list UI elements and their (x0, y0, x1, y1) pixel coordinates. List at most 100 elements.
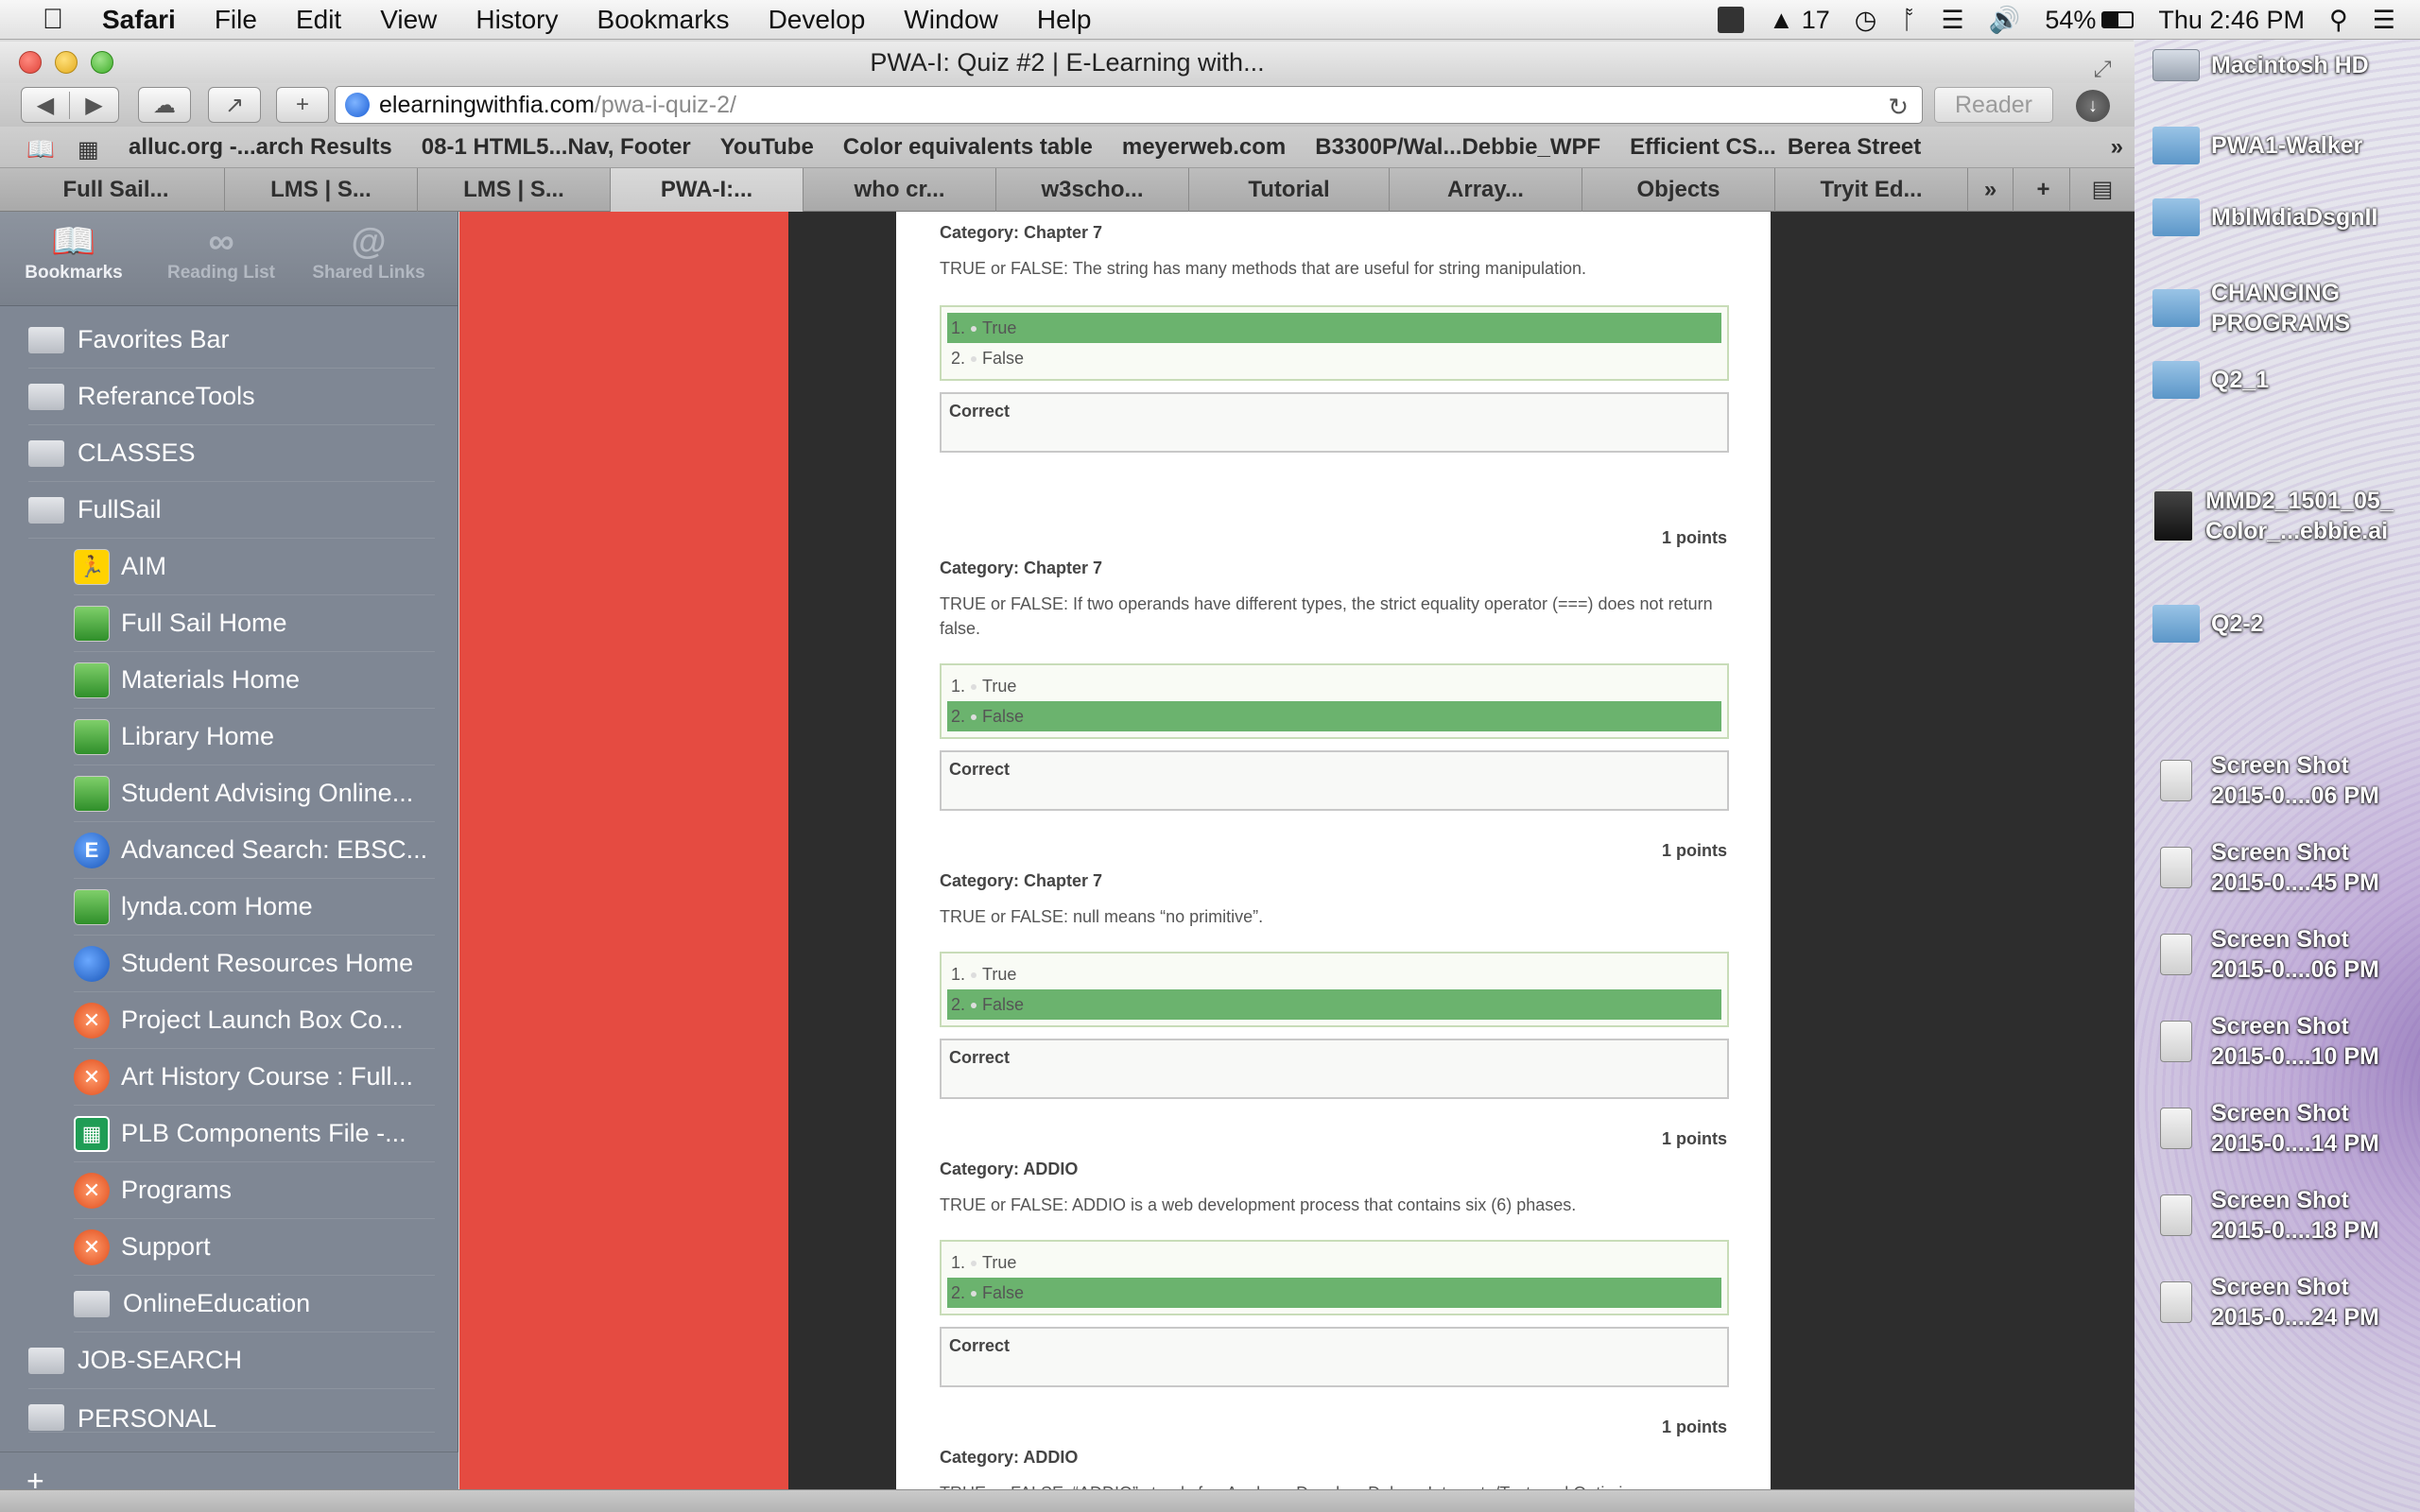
tab-view-icon[interactable]: ▤ (2074, 168, 2131, 212)
battery-percent[interactable]: 54% (2045, 6, 2096, 35)
tab[interactable]: Tutorial (1189, 168, 1390, 212)
tab[interactable]: Objects (1582, 168, 1775, 212)
sidebar-tab-label: Shared Links (312, 263, 425, 283)
menu-app-safari[interactable]: Safari (102, 5, 176, 35)
bookmark-item[interactable]: B3300P/Wal...Debbie_WPF (1315, 134, 1600, 161)
share-button[interactable]: ↗ (208, 87, 261, 123)
bookmark-item[interactable]: Efficient CS... (1630, 134, 1776, 161)
forward-button[interactable]: ▶ (70, 92, 118, 119)
apple-menu-icon[interactable]:  (34, 5, 72, 34)
icloud-tabs-button[interactable]: ☁ (138, 87, 191, 123)
menu-help[interactable]: Help (1037, 5, 1092, 35)
desktop-item-folder[interactable]: Q2-2 (2152, 605, 2417, 643)
bookmark-item[interactable]: alluc.org -...arch Results (129, 134, 392, 161)
sidebar-item-referancetools[interactable]: ReferanceTools (28, 369, 435, 425)
menu-edit[interactable]: Edit (296, 5, 341, 35)
address-bar[interactable]: elearningwithfia.com /pwa-i-quiz-2/ ↻ (335, 86, 1923, 124)
bluetooth-icon[interactable]: ᚩ (1901, 6, 1916, 35)
sidebar-item-full-sail-home[interactable]: Full Sail Home (74, 595, 435, 652)
minimize-window-button[interactable] (55, 51, 78, 74)
tab[interactable]: Array... (1390, 168, 1582, 212)
add-tab-plus-icon[interactable]: + (2017, 168, 2070, 212)
close-window-button[interactable] (19, 51, 42, 74)
sidebar-item-classes[interactable]: CLASSES (28, 425, 435, 482)
sidebar-item-advanced-search-ebsco[interactable]: E Advanced Search: EBSC... (74, 822, 435, 879)
tab[interactable]: LMS | S... (418, 168, 611, 212)
back-button[interactable]: ◀ (22, 91, 70, 119)
glasses-icon: ∞ (208, 222, 234, 262)
desktop-item-macintosh-hd[interactable]: Macintosh HD (2152, 49, 2417, 81)
sidebar-item-fullsail[interactable]: FullSail (28, 482, 435, 539)
sidebar-item-programs[interactable]: ✕ Programs (74, 1162, 435, 1219)
volume-icon[interactable]: 🔊 (1989, 5, 2021, 35)
menu-view[interactable]: View (380, 5, 437, 35)
tab-active[interactable]: PWA-I:... (611, 168, 804, 212)
tab[interactable]: LMS | S... (225, 168, 418, 212)
spotlight-search-icon[interactable]: ⚲ (2329, 6, 2348, 35)
bookmark-item[interactable]: YouTube (720, 134, 814, 161)
top-sites-grid-icon[interactable]: ▦ (78, 136, 110, 163)
sidebar-item-student-advising[interactable]: Student Advising Online... (74, 765, 435, 822)
sidebar-item-library-home[interactable]: Library Home (74, 709, 435, 765)
desktop-item-screenshot[interactable]: Screen Shot 2015-0....06 PM (2152, 750, 2417, 811)
sidebar-item-favorites-bar[interactable]: Favorites Bar (28, 312, 435, 369)
sidebar-tab-reading-list[interactable]: ∞ Reading List (147, 212, 295, 305)
tab[interactable]: w3scho... (996, 168, 1189, 212)
battery-icon[interactable] (2101, 11, 2135, 28)
desktop-item-screenshot[interactable]: Screen Shot 2015-0....06 PM (2152, 924, 2417, 985)
sidebar-item-onlineeducation[interactable]: OnlineEducation (74, 1276, 435, 1332)
desktop-item-screenshot[interactable]: Screen Shot 2015-0....18 PM (2152, 1185, 2417, 1246)
show-bookmarks-book-icon[interactable]: 📖 (26, 136, 59, 163)
tab-overflow-chevron-icon[interactable]: » (1968, 168, 2014, 212)
sidebar-item-label: Favorites Bar (78, 325, 230, 353)
bookmark-item[interactable]: meyerweb.com (1122, 134, 1286, 161)
answer-result: Correct (940, 750, 1729, 811)
wifi-icon[interactable]: ☰ (1942, 6, 1964, 35)
sidebar-item-lynda[interactable]: lynda.com Home (74, 879, 435, 936)
sidebar-item-support[interactable]: ✕ Support (74, 1219, 435, 1276)
sidebar-tab-bookmarks[interactable]: 📖 Bookmarks (0, 212, 147, 305)
fullscreen-icon[interactable]: ⤢ (2089, 49, 2116, 82)
sidebar-tab-shared-links[interactable]: @ Shared Links (295, 212, 442, 305)
desktop-item-folder[interactable]: MblMdiaDsgnII (2152, 198, 2417, 236)
desktop-item-document[interactable]: MMD2_1501_05_ Color_...ebbie.ai (2152, 486, 2417, 546)
time-machine-icon[interactable]: ◷ (1855, 6, 1877, 35)
title-bar[interactable]: PWA-I: Quiz #2 | E-Learning with... ⤢ (0, 42, 2135, 83)
sidebar-item-materials-home[interactable]: Materials Home (74, 652, 435, 709)
tab[interactable]: Tryit Ed... (1775, 168, 1968, 212)
zoom-window-button[interactable] (91, 51, 113, 74)
bookmark-item[interactable]: Berea Street (1788, 134, 1921, 161)
reader-button[interactable]: Reader (1934, 87, 2053, 123)
menu-develop[interactable]: Develop (769, 5, 866, 35)
sidebar-item-art-history-course[interactable]: ✕ Art History Course : Full... (74, 1049, 435, 1106)
clock[interactable]: Thu 2:46 PM (2158, 6, 2305, 35)
desktop-item-screenshot[interactable]: Screen Shot 2015-0....10 PM (2152, 1011, 2417, 1072)
desktop-item-folder[interactable]: CHANGING PROGRAMS (2152, 278, 2417, 338)
sidebar-item-project-launch-box[interactable]: ✕ Project Launch Box Co... (74, 992, 435, 1049)
menu-file[interactable]: File (215, 5, 257, 35)
evernote-icon[interactable] (1717, 7, 1744, 33)
tab[interactable]: Full Sail... (8, 168, 225, 212)
sidebar-item-job-search[interactable]: JOB-SEARCH (28, 1332, 435, 1389)
bookmark-item[interactable]: Color equivalents table (843, 134, 1093, 161)
menu-history[interactable]: History (475, 5, 558, 35)
menu-bookmarks[interactable]: Bookmarks (597, 5, 730, 35)
notification-center-icon[interactable]: ☰ (2373, 6, 2395, 35)
bookmarks-overflow-chevron-icon[interactable]: » (2111, 134, 2123, 161)
menu-window[interactable]: Window (904, 5, 998, 35)
desktop-item-screenshot[interactable]: Screen Shot 2015-0....45 PM (2152, 837, 2417, 898)
desktop-item-folder[interactable]: PWA1-Walker (2152, 127, 2417, 164)
new-tab-button[interactable]: + (276, 87, 329, 123)
tab[interactable]: who cr... (804, 168, 996, 212)
downloads-icon[interactable]: ↓ (2076, 90, 2110, 122)
desktop-item-folder[interactable]: Q2_1 (2152, 361, 2417, 399)
sidebar-item-aim[interactable]: 🏃 AIM (74, 539, 435, 595)
sidebar-item-student-resources[interactable]: Student Resources Home (74, 936, 435, 992)
sidebar-item-personal[interactable]: PERSONAL (28, 1389, 435, 1433)
desktop-item-screenshot[interactable]: Screen Shot 2015-0....14 PM (2152, 1098, 2417, 1159)
bookmark-item[interactable]: 08-1 HTML5...Nav, Footer (422, 134, 691, 161)
sidebar-item-plb-components-file[interactable]: ▦ PLB Components File -... (74, 1106, 435, 1162)
adobe-icon[interactable]: ▲ (1769, 6, 1794, 35)
reload-icon[interactable]: ↻ (1888, 93, 1909, 122)
desktop-item-screenshot[interactable]: Screen Shot 2015-0....24 PM (2152, 1272, 2417, 1332)
